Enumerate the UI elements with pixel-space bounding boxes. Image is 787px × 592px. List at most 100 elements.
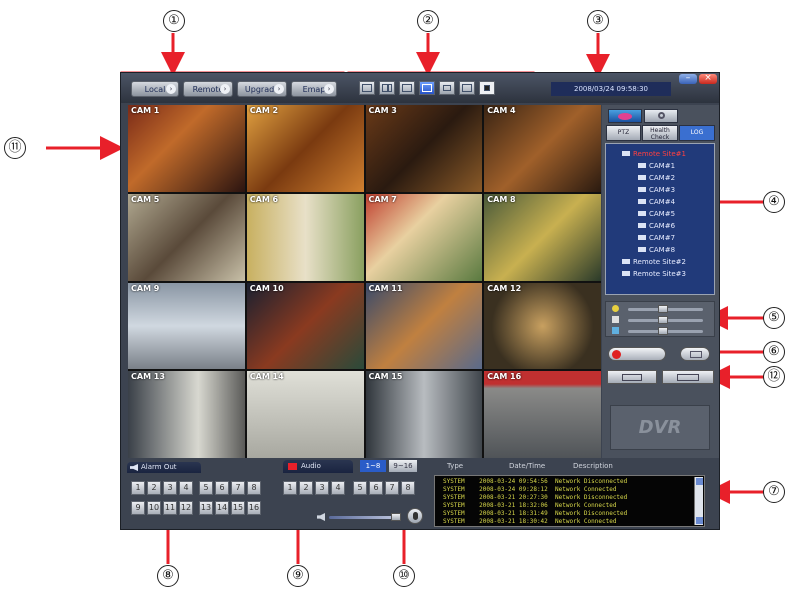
audio-channel-button[interactable]: 7	[385, 481, 399, 495]
remote-button[interactable]: Remote ›	[183, 81, 233, 97]
tree-site-root[interactable]: Remote Site#1	[622, 150, 686, 158]
playback-button[interactable]	[662, 370, 714, 384]
audio-icon	[288, 463, 297, 470]
volume-slider[interactable]	[329, 513, 401, 521]
tab-log[interactable]: LOG	[679, 125, 715, 141]
alarm-out-button[interactable]: 15	[231, 501, 245, 515]
camera-view[interactable]: CAM 14	[246, 371, 364, 458]
camera-view[interactable]: CAM 5	[128, 193, 245, 281]
remote-label: Remote	[192, 85, 224, 94]
emap-button[interactable]: Emap ›	[291, 81, 337, 97]
camera-view[interactable]: CAM 16	[484, 371, 601, 458]
camera-tab[interactable]	[608, 109, 642, 123]
camera-label: CAM 7	[368, 194, 397, 204]
tree-cam-item[interactable]: CAM#6	[638, 222, 675, 230]
alarm-out-button[interactable]: 10	[147, 501, 161, 515]
alarm-out-button[interactable]: 4	[179, 481, 193, 495]
slider-knob[interactable]	[658, 305, 668, 313]
audio-channel-button[interactable]: 1	[283, 481, 297, 495]
record-button[interactable]	[608, 347, 666, 361]
alarm-out-button[interactable]: 6	[215, 481, 229, 495]
color-slider[interactable]	[628, 327, 703, 335]
audio-channel-button[interactable]: 6	[369, 481, 383, 495]
dvr-icon	[622, 259, 630, 264]
fullscreen-button[interactable]	[479, 81, 495, 95]
layout-9-button[interactable]	[399, 81, 415, 95]
camera-view[interactable]: CAM 9	[128, 282, 245, 370]
tree-cam-label: CAM#3	[649, 186, 676, 194]
camera-grid: CAM 1 CAM 2 CAM 3 CAM 4 CAM 5 CAM 6 CAM …	[128, 105, 601, 458]
tree-cam-item[interactable]: CAM#7	[638, 234, 675, 242]
audio-channel-button[interactable]: 4	[331, 481, 345, 495]
tab-ptz[interactable]: PTZ	[606, 125, 641, 141]
backup-button[interactable]	[607, 370, 657, 384]
snapshot-button[interactable]	[680, 347, 710, 361]
camera-view[interactable]: CAM 8	[484, 193, 601, 281]
layout-4-button[interactable]	[379, 81, 395, 95]
alarm-out-button[interactable]: 16	[247, 501, 261, 515]
event-header-desc: Description	[573, 462, 613, 470]
layout-pip-button[interactable]	[439, 81, 455, 95]
close-button[interactable]: ×	[699, 74, 717, 84]
camera-view[interactable]: CAM 1	[128, 105, 245, 192]
audio-page-1-8[interactable]: 1~8	[360, 460, 386, 472]
minimize-button[interactable]: –	[679, 74, 697, 84]
event-desc: Network Connected	[555, 486, 617, 493]
audio-channel-button[interactable]: 3	[315, 481, 329, 495]
audio-channel-button[interactable]: 5	[353, 481, 367, 495]
camera-view[interactable]: CAM 12	[484, 282, 601, 370]
alarm-out-button[interactable]: 9	[131, 501, 145, 515]
alarm-out-button[interactable]: 3	[163, 481, 177, 495]
alarm-out-button[interactable]: 2	[147, 481, 161, 495]
callout-3: ③	[587, 10, 609, 32]
alarm-out-button[interactable]: 11	[163, 501, 177, 515]
event-log-scrollbar[interactable]	[694, 477, 703, 525]
camera-view[interactable]: CAM 10	[246, 282, 364, 370]
camera-view[interactable]: CAM 2	[246, 105, 364, 192]
contrast-slider[interactable]	[628, 316, 703, 324]
tree-site-item[interactable]: Remote Site#2	[622, 258, 686, 266]
chevron-icon: ›	[220, 84, 230, 94]
alarm-out-button[interactable]: 12	[179, 501, 193, 515]
alarm-out-button[interactable]: 7	[231, 481, 245, 495]
upgrade-button[interactable]: Upgrade ›	[237, 81, 287, 97]
tree-cam-item[interactable]: CAM#2	[638, 174, 675, 182]
alarm-out-button[interactable]: 5	[199, 481, 213, 495]
layout-16-button[interactable]	[419, 81, 435, 95]
camera-view[interactable]: CAM 13	[128, 371, 245, 458]
camera-view[interactable]: CAM 15	[365, 371, 483, 458]
slider-knob[interactable]	[658, 327, 668, 335]
camera-label: CAM 13	[131, 372, 165, 382]
camera-view[interactable]: CAM 7	[365, 193, 483, 281]
layout-pip-icon	[443, 85, 451, 91]
search-tab[interactable]	[644, 109, 678, 123]
tree-site-item[interactable]: Remote Site#3	[622, 270, 686, 278]
layout-1-button[interactable]	[359, 81, 375, 95]
alarm-out-button[interactable]: 14	[215, 501, 229, 515]
local-button[interactable]: Local ›	[131, 81, 179, 97]
scroll-up-icon[interactable]	[696, 478, 703, 485]
scroll-down-icon[interactable]	[696, 517, 703, 524]
callout-4: ④	[763, 191, 785, 213]
microphone-button[interactable]	[407, 508, 423, 524]
layout-sequence-button[interactable]	[459, 81, 475, 95]
tree-cam-item[interactable]: CAM#3	[638, 186, 675, 194]
tab-health-check[interactable]: Health Check	[642, 125, 678, 141]
tree-cam-item[interactable]: CAM#5	[638, 210, 675, 218]
slider-knob[interactable]	[658, 316, 668, 324]
tree-cam-item[interactable]: CAM#4	[638, 198, 675, 206]
audio-page-9-16[interactable]: 9~16	[389, 460, 417, 472]
tree-cam-item[interactable]: CAM#8	[638, 246, 675, 254]
alarm-out-button[interactable]: 1	[131, 481, 145, 495]
camera-view[interactable]: CAM 3	[365, 105, 483, 192]
tree-cam-item[interactable]: CAM#1	[638, 162, 675, 170]
audio-channel-button[interactable]: 8	[401, 481, 415, 495]
alarm-out-button[interactable]: 13	[199, 501, 213, 515]
camera-view[interactable]: CAM 6	[246, 193, 364, 281]
camera-view[interactable]: CAM 4	[484, 105, 601, 192]
camera-view[interactable]: CAM 11	[365, 282, 483, 370]
brightness-slider[interactable]	[628, 305, 703, 313]
volume-knob[interactable]	[391, 513, 401, 521]
audio-channel-button[interactable]: 2	[299, 481, 313, 495]
alarm-out-button[interactable]: 8	[247, 481, 261, 495]
